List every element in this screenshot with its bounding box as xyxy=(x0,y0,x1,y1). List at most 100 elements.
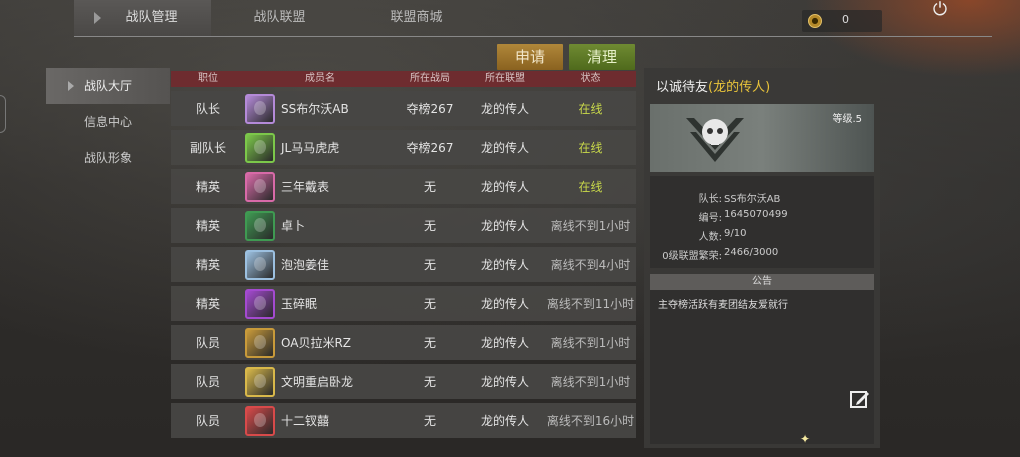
nav-item-team-hall[interactable]: 战队大厅 xyxy=(46,68,170,104)
member-position: 精英 xyxy=(195,219,220,233)
member-alliance: 龙的传人 xyxy=(480,297,529,311)
member-rank: 无 xyxy=(423,375,436,389)
currency-display: ● 0 xyxy=(802,10,882,32)
info-value: SS布尔沃AB xyxy=(724,194,781,205)
member-rank: 夺榜267 xyxy=(406,102,454,116)
team-title: 以诚待友(龙的传人) xyxy=(656,76,770,95)
avatar[interactable] xyxy=(245,405,275,436)
member-alliance: 龙的传人 xyxy=(480,336,529,350)
table-row[interactable]: 队员 十二钗囍 无 龙的传人 离线不到16小时 xyxy=(171,403,636,438)
power-icon[interactable]: ⏻ xyxy=(930,0,950,20)
member-alliance: 龙的传人 xyxy=(480,219,529,233)
table-row[interactable]: 精英 卓卜 无 龙的传人 离线不到1小时 xyxy=(171,208,636,243)
member-name: 玉碎眠 xyxy=(281,297,318,311)
member-rank: 无 xyxy=(423,336,436,350)
member-alliance: 龙的传人 xyxy=(480,141,529,155)
avatar[interactable] xyxy=(245,171,275,202)
members-table: 职位 成员名 所在战局 所在联盟 状态 队长 SS布尔沃AB 夺榜267 龙的传人 在线… xyxy=(171,71,636,438)
top-tabs: 战队管理 战队联盟 联盟商城 xyxy=(74,0,485,36)
info-value: 9/10 xyxy=(724,228,747,239)
avatar[interactable] xyxy=(245,249,275,280)
table-body: 队长 SS布尔沃AB 夺榜267 龙的传人 在线 副队长 JL马马虎虎 夺榜267 龙的传人 在线… xyxy=(171,91,636,438)
member-name-cell: 泡泡姜佳 xyxy=(245,249,395,280)
member-rank: 无 xyxy=(423,219,436,233)
side-handle[interactable] xyxy=(0,95,6,133)
nav-label: 信息中心 xyxy=(84,115,133,129)
tab-team-alliance[interactable]: 战队联盟 xyxy=(211,0,348,36)
info-key: 人数: xyxy=(698,232,722,243)
coin-icon: ● xyxy=(808,14,822,28)
member-alliance: 龙的传人 xyxy=(480,102,529,116)
member-name: 文明重启卧龙 xyxy=(281,375,354,389)
nav-item-info-center[interactable]: 信息中心 xyxy=(46,104,170,140)
member-name-cell: 文明重启卧龙 xyxy=(245,366,395,397)
member-status: 离线不到1小时 xyxy=(550,335,631,350)
member-status: 离线不到1小时 xyxy=(550,374,631,389)
member-position: 队员 xyxy=(195,375,220,389)
nav-item-team-image[interactable]: 战队形象 xyxy=(46,140,170,176)
sparkle-icon: ✦ xyxy=(800,432,811,446)
avatar[interactable] xyxy=(245,288,275,319)
member-alliance: 龙的传人 xyxy=(480,258,529,272)
member-status: 离线不到16小时 xyxy=(546,413,635,428)
nav-label: 战队形象 xyxy=(84,151,133,165)
header-alliance: 所在联盟 xyxy=(485,73,525,84)
table-row[interactable]: 队员 OA贝拉米RZ 无 龙的传人 离线不到1小时 xyxy=(171,325,636,360)
avatar[interactable] xyxy=(245,327,275,358)
team-panel: 战队管理 战队联盟 联盟商城 ● 0 ⏻ 申请 清理 战队大厅 信息中心 战队形… xyxy=(42,0,992,457)
apply-button[interactable]: 申请 xyxy=(497,44,563,70)
table-row[interactable]: 精英 玉碎眠 无 龙的传人 离线不到11小时 xyxy=(171,286,636,321)
team-banner: 等级.5 xyxy=(650,104,874,172)
table-row[interactable]: 精英 三年戴表 无 龙的传人 在线 xyxy=(171,169,636,204)
member-rank: 无 xyxy=(423,414,436,428)
member-name-cell: JL马马虎虎 xyxy=(245,132,395,163)
tab-alliance-shop[interactable]: 联盟商城 xyxy=(348,0,485,36)
member-alliance: 龙的传人 xyxy=(480,375,529,389)
member-position: 精英 xyxy=(195,297,220,311)
table-row[interactable]: 队员 文明重启卧龙 无 龙的传人 离线不到1小时 xyxy=(171,364,636,399)
notice-text: 主夺榜活跃有麦团结友爱就行 xyxy=(658,300,788,311)
member-status: 在线 xyxy=(578,141,603,155)
avatar[interactable] xyxy=(245,93,275,124)
avatar[interactable] xyxy=(245,132,275,163)
member-rank: 无 xyxy=(423,180,436,194)
clear-button[interactable]: 清理 xyxy=(569,44,635,70)
tab-arrow-icon xyxy=(94,12,101,24)
member-name: 泡泡姜佳 xyxy=(281,258,330,272)
member-name: OA贝拉米RZ xyxy=(281,336,352,350)
member-status: 在线 xyxy=(578,180,603,194)
member-name: 三年戴表 xyxy=(281,180,330,194)
member-name-cell: 卓卜 xyxy=(245,210,395,241)
member-name: SS布尔沃AB xyxy=(281,102,349,116)
team-info: 队长: SS布尔沃AB 编号: 1645070499 人数: 9/10 0级联盟… xyxy=(650,176,874,268)
member-status: 离线不到11小时 xyxy=(546,296,635,311)
member-position: 队员 xyxy=(195,414,220,428)
avatar[interactable] xyxy=(245,210,275,241)
info-row-id: 编号: 1645070499 xyxy=(650,209,874,224)
member-name-cell: SS布尔沃AB xyxy=(245,93,395,124)
team-level: 等级.5 xyxy=(832,114,862,125)
table-row[interactable]: 队长 SS布尔沃AB 夺榜267 龙的传人 在线 xyxy=(171,91,636,126)
table-row[interactable]: 副队长 JL马马虎虎 夺榜267 龙的传人 在线 xyxy=(171,130,636,165)
currency-value: 0 xyxy=(842,13,849,26)
member-name: 十二钗囍 xyxy=(281,414,330,428)
info-key: 队长: xyxy=(698,194,722,205)
avatar[interactable] xyxy=(245,366,275,397)
member-position: 副队长 xyxy=(189,141,226,155)
member-position: 精英 xyxy=(195,258,220,272)
table-row[interactable]: 精英 泡泡姜佳 无 龙的传人 离线不到4小时 xyxy=(171,247,636,282)
tab-label: 联盟商城 xyxy=(390,10,443,25)
member-name: 卓卜 xyxy=(281,219,306,233)
nav-label: 战队大厅 xyxy=(84,79,133,93)
info-key: 编号: xyxy=(698,213,722,224)
member-alliance: 龙的传人 xyxy=(480,180,529,194)
tab-team-management[interactable]: 战队管理 xyxy=(74,0,211,36)
header-position: 职位 xyxy=(198,73,218,84)
info-key: 0级联盟繁荣: xyxy=(662,251,722,262)
tab-label: 战队管理 xyxy=(125,10,178,25)
member-rank: 无 xyxy=(423,258,436,272)
info-row-leader: 队长: SS布尔沃AB xyxy=(650,190,874,205)
notice-board: 公告 主夺榜活跃有麦团结友爱就行 xyxy=(650,274,874,444)
edit-icon[interactable] xyxy=(849,388,871,410)
member-status: 离线不到4小时 xyxy=(550,257,631,272)
